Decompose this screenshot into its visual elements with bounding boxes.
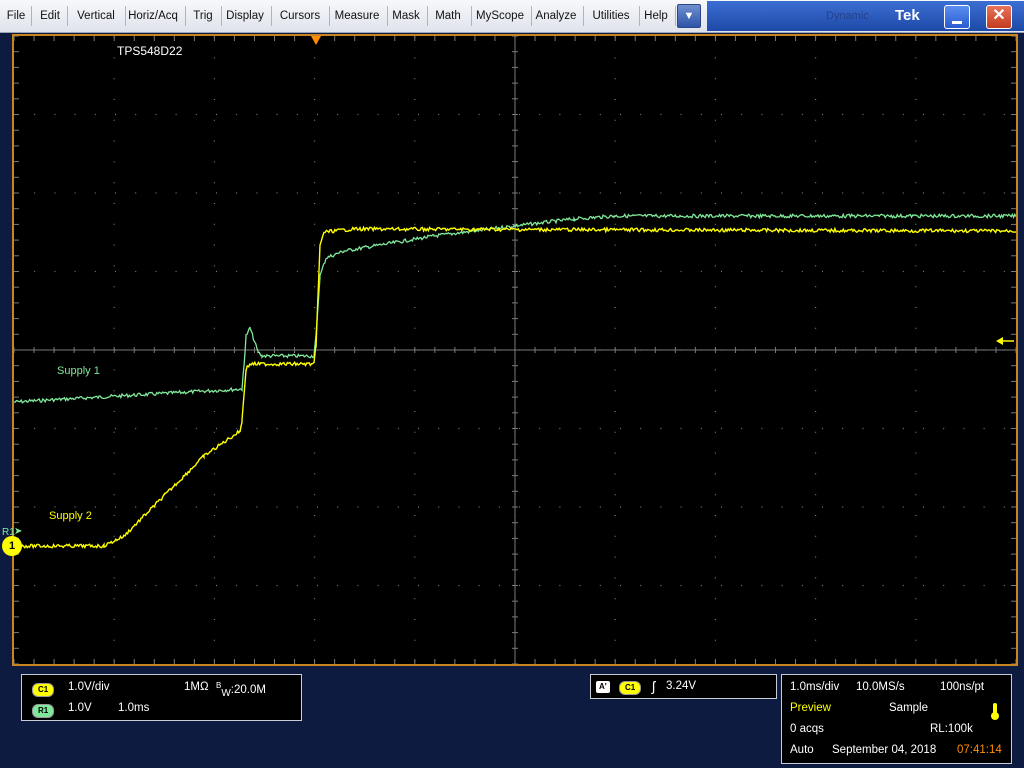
menu-horizacq[interactable]: Horiz/Acq	[124, 0, 182, 32]
mode-ghost-text: Dynamic	[826, 10, 869, 22]
trigger-position-marker	[311, 36, 321, 45]
menu-help[interactable]: Help	[640, 0, 672, 32]
trigger-mode-badge: A'	[596, 681, 610, 693]
c1-scale: 1.0V/div	[68, 681, 110, 693]
arrow-right-icon: ➤	[14, 526, 23, 537]
acq-count: 0 acqs	[790, 723, 824, 735]
acq-time: 07:41:14	[957, 744, 1002, 756]
acquisition-readout-panel[interactable]: 1.0ms/div 10.0MS/s 100ns/pt Preview Samp…	[781, 674, 1012, 764]
menu-utilities[interactable]: Utilities	[586, 0, 636, 32]
supply1-label: Supply 1	[57, 365, 100, 377]
menu-math[interactable]: Math	[428, 0, 468, 32]
menu-dropdown-button[interactable]: ▼	[677, 4, 701, 28]
tek-logo: Tek	[895, 7, 920, 24]
menu-separator	[583, 6, 584, 26]
c1-badge[interactable]: C1	[32, 683, 55, 697]
screen-title: TPS548D22	[117, 44, 183, 58]
c1-impedance: 1MΩ	[184, 681, 209, 693]
menu-myscope[interactable]: MyScope	[472, 0, 528, 32]
r1-time: 1.0ms	[118, 702, 150, 714]
menu-trig[interactable]: Trig	[188, 0, 218, 32]
trigger-readout-panel[interactable]: A' C1 ʃ 3.24V	[590, 674, 777, 699]
c1-bandwidth: BW:20.0M	[216, 681, 266, 699]
minimize-button[interactable]	[944, 5, 970, 29]
menu-edit[interactable]: Edit	[36, 0, 64, 32]
trigger-level-arrow	[996, 337, 1003, 345]
menu-measure[interactable]: Measure	[330, 0, 384, 32]
menu-display[interactable]: Display	[222, 0, 268, 32]
r1-badge[interactable]: R1	[32, 704, 55, 718]
r1-scale: 1.0V	[68, 702, 92, 714]
menu-mask[interactable]: Mask	[388, 0, 424, 32]
supply2-label: Supply 2	[49, 510, 92, 522]
thermometer-bulb	[991, 712, 999, 720]
menu-separator	[185, 6, 186, 26]
trigger-slope-icon: ʃ	[652, 678, 656, 694]
close-button[interactable]: ✕	[986, 5, 1012, 29]
resolution: 100ns/pt	[940, 681, 985, 693]
menu-separator	[31, 6, 32, 26]
bw-value: :20.0M	[230, 683, 266, 696]
menu-vertical[interactable]: Vertical	[70, 0, 122, 32]
timebase: 1.0ms/div	[790, 681, 840, 693]
acq-mode: Preview	[790, 702, 831, 714]
menu-analyze[interactable]: Analyze	[532, 0, 580, 32]
acq-type: Sample	[889, 702, 928, 714]
menu-separator	[675, 6, 676, 26]
menu-separator	[271, 6, 272, 26]
ch1-ground-marker[interactable]: 1	[2, 536, 22, 556]
menu-file[interactable]: File	[4, 0, 28, 32]
menu-bar: File Edit Vertical Horiz/Acq Trig Display Curs…	[0, 0, 1024, 33]
menu-cursors[interactable]: Cursors	[274, 0, 326, 32]
sample-rate: 10.0MS/s	[856, 681, 905, 693]
trigger-mode: Auto	[790, 744, 814, 756]
waveform-graticule	[14, 36, 1016, 664]
waveform-display[interactable]: TPS548D22 Supply 1 Supply 2	[12, 34, 1018, 666]
trigger-level: 3.24V	[666, 680, 697, 692]
record-length: RL:100k	[930, 723, 973, 735]
title-bar: Dynamic Tek ✕	[707, 1, 1024, 31]
trigger-source-badge: C1	[619, 681, 642, 695]
acq-date: September 04, 2018	[832, 744, 937, 756]
menu-separator	[67, 6, 68, 26]
channel-readout-panel[interactable]: C1 1.0V/div 1MΩ BW:20.0M R1 1.0V 1.0ms	[21, 674, 302, 721]
bw-sub: W	[221, 688, 231, 700]
